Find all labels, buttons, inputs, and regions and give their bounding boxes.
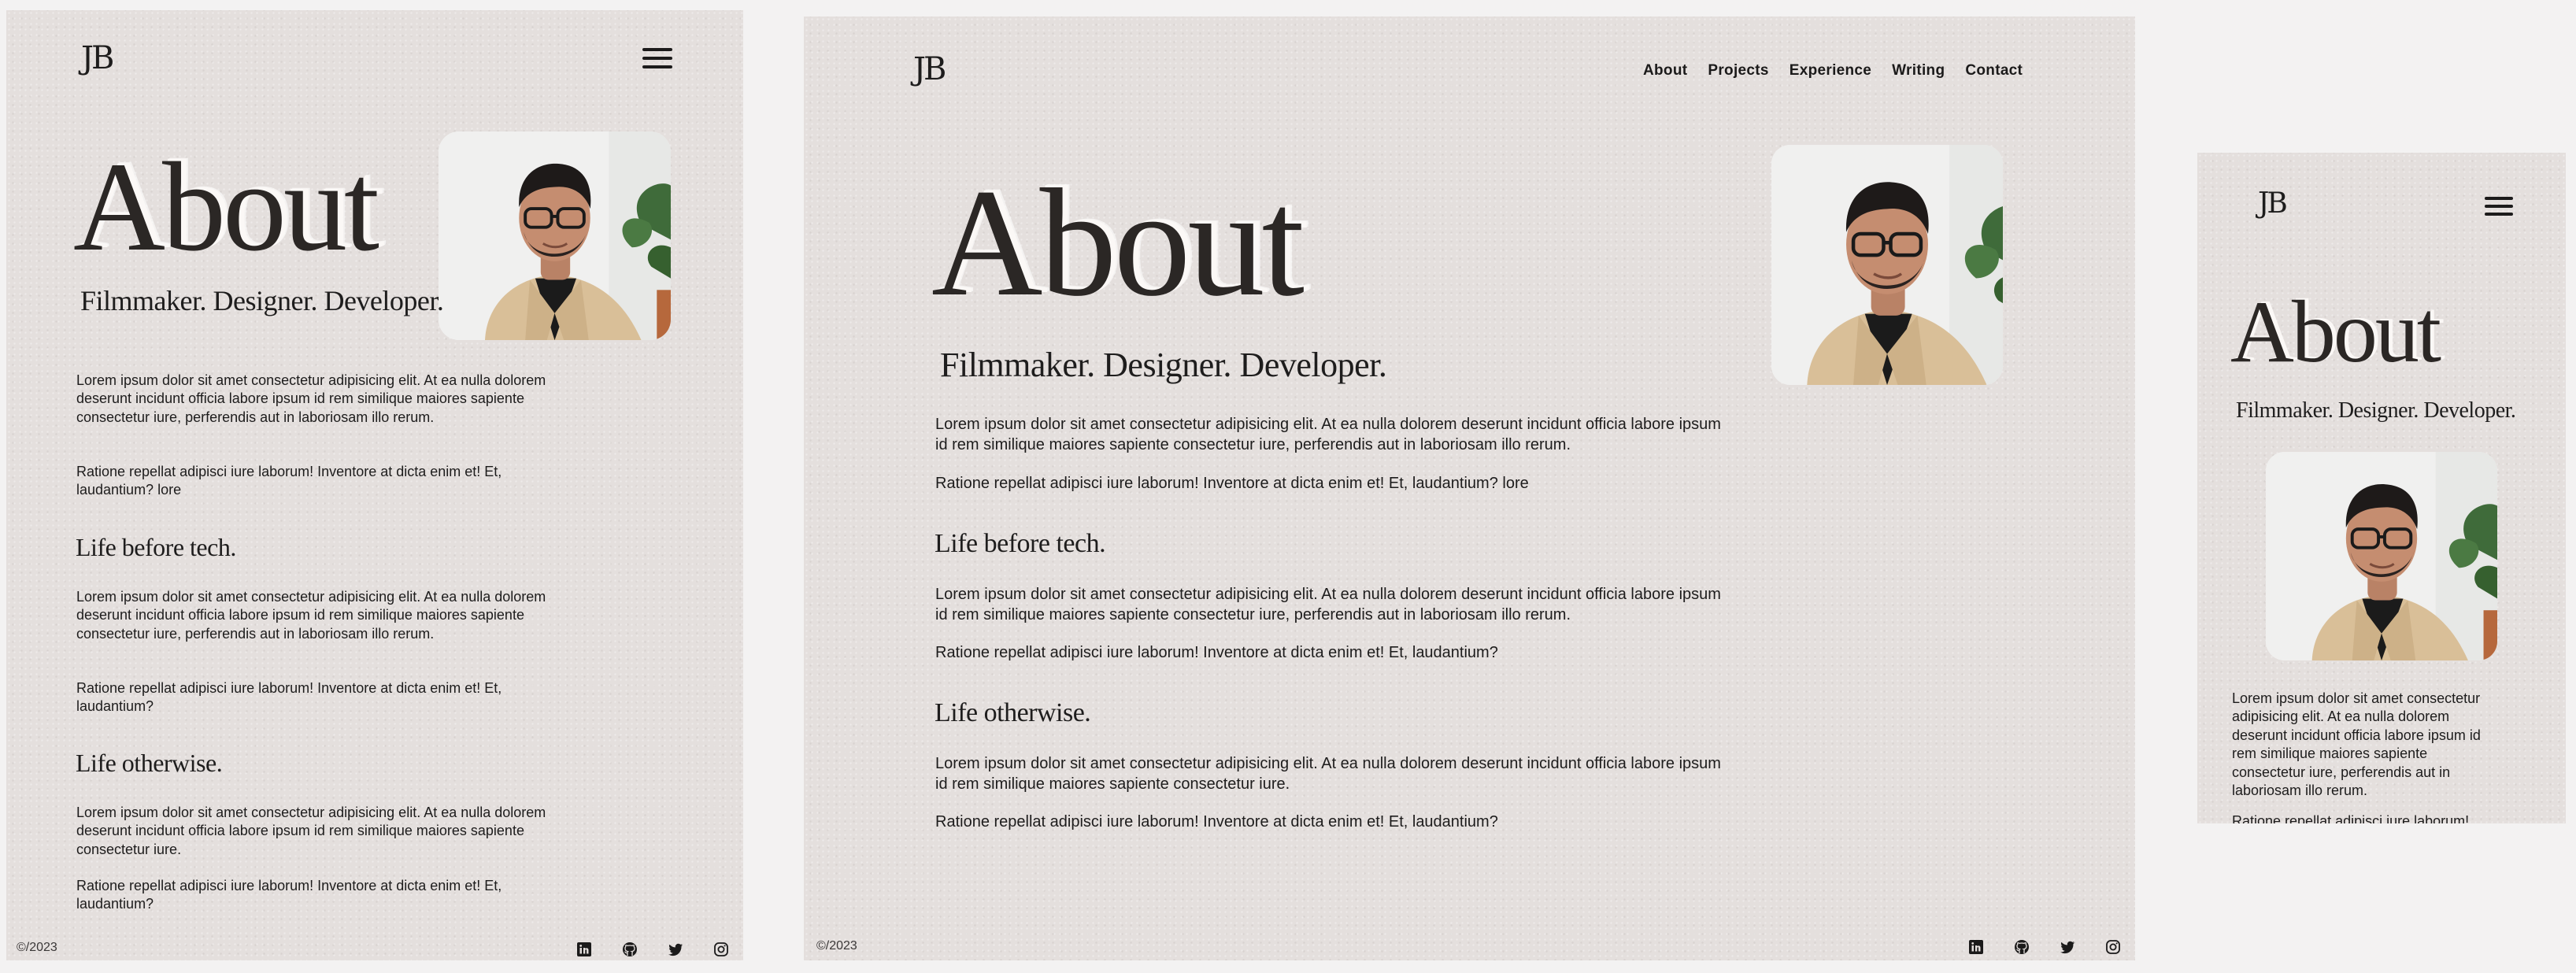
section-paragraph-2: Ratione repellat adipisci iure laborum! … <box>935 813 1498 831</box>
intro-paragraph-2: Ratione repellat adipisci iure laborum! … <box>935 475 1529 492</box>
section-paragraph-2: Ratione repellat adipisci iure laborum! … <box>76 878 502 912</box>
mobile-layout: JB About Filmmaker. Designer. Developer.… <box>2197 153 2566 823</box>
nav-about[interactable]: About <box>1643 62 1687 80</box>
tagline: Filmmaker. Designer. Developer. <box>940 346 1387 384</box>
nav-contact[interactable]: Contact <box>1965 62 2023 80</box>
linkedin-icon[interactable] <box>576 942 592 957</box>
section-heading: Life before tech. <box>76 533 236 561</box>
intro-paragraph-2-cut: Ratione repellat adipisci iure laborum! <box>2232 813 2470 823</box>
section-heading: Life otherwise. <box>76 749 223 777</box>
instagram-icon[interactable] <box>713 942 729 957</box>
intro-paragraph: Lorem ipsum dolor sit amet consectetur a… <box>76 372 546 425</box>
profile-photo <box>2266 452 2497 660</box>
tagline: Filmmaker. Designer. Developer. <box>2236 398 2516 423</box>
intro-paragraph-2: Ratione repellat adipisci iure laborum! … <box>76 464 502 498</box>
github-icon[interactable] <box>622 942 638 957</box>
logo[interactable]: JB <box>2258 187 2288 220</box>
copyright: ©/2023 <box>816 939 857 953</box>
profile-photo <box>1771 145 2003 385</box>
nav-projects[interactable]: Projects <box>1708 62 1768 80</box>
section-heading: Life before tech. <box>935 529 1106 558</box>
tablet-layout: JB About Filmmaker. Designer. Developer.… <box>6 10 743 960</box>
logo[interactable]: JB <box>913 51 946 87</box>
hamburger-menu-icon[interactable] <box>2485 197 2513 220</box>
instagram-icon[interactable] <box>2105 939 2121 955</box>
copyright: ©/2023 <box>17 941 57 954</box>
tagline: Filmmaker. Designer. Developer. <box>80 285 444 316</box>
desktop-layout: JB About Projects Experience Writing Con… <box>804 17 2135 960</box>
nav-experience[interactable]: Experience <box>1790 62 1871 80</box>
intro-paragraph: Lorem ipsum dolor sit amet consectetur a… <box>2232 690 2481 798</box>
page-title: About <box>2230 283 2441 381</box>
section-paragraph: Lorem ipsum dolor sit amet consectetur a… <box>76 805 546 857</box>
twitter-icon[interactable] <box>668 942 683 957</box>
logo[interactable]: JB <box>81 40 114 76</box>
social-links <box>576 942 729 957</box>
hamburger-menu-icon[interactable] <box>642 48 672 75</box>
profile-photo <box>439 131 671 340</box>
page-title: About <box>73 137 379 278</box>
twitter-icon[interactable] <box>2060 939 2075 955</box>
page-title: About <box>931 157 1305 328</box>
linkedin-icon[interactable] <box>1968 939 1984 955</box>
social-links <box>1968 939 2121 955</box>
intro-paragraph: Lorem ipsum dolor sit amet consectetur a… <box>935 416 1721 453</box>
section-paragraph: Lorem ipsum dolor sit amet consectetur a… <box>935 755 1721 793</box>
section-paragraph-2: Ratione repellat adipisci iure laborum! … <box>935 644 1498 661</box>
github-icon[interactable] <box>2014 939 2030 955</box>
section-paragraph: Lorem ipsum dolor sit amet consectetur a… <box>935 586 1721 623</box>
nav-writing[interactable]: Writing <box>1892 62 1945 80</box>
section-paragraph: Lorem ipsum dolor sit amet consectetur a… <box>76 589 546 642</box>
main-nav: About Projects Experience Writing Contac… <box>1643 62 2023 80</box>
section-heading: Life otherwise. <box>935 698 1091 727</box>
section-paragraph-2: Ratione repellat adipisci iure laborum! … <box>76 680 502 715</box>
